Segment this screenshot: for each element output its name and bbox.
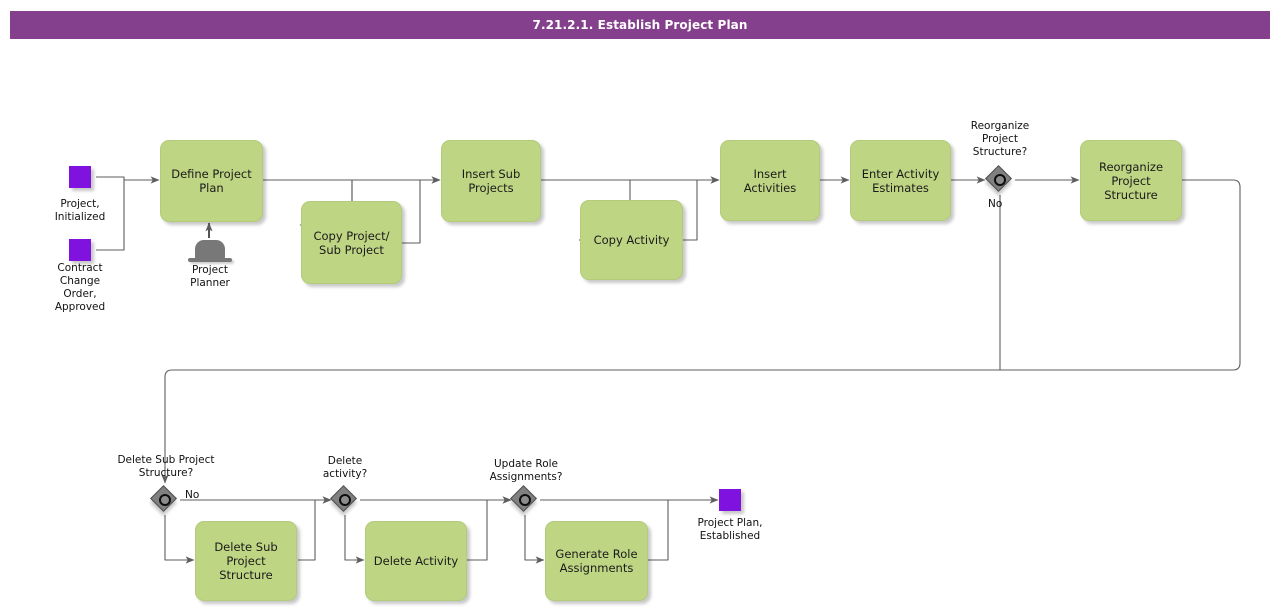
- task-copy-project-sub-project[interactable]: Copy Project/ Sub Project: [301, 201, 402, 284]
- role-project-planner-label: Project Planner: [190, 264, 230, 289]
- start-event-contract-change-order-approved-label: Contract Change Order, Approved: [54, 262, 106, 313]
- gateway-inclusive-ring-icon: [159, 494, 171, 506]
- flow-label-reorganize-no: No: [988, 198, 1003, 210]
- end-event-project-plan-established[interactable]: [719, 489, 741, 511]
- gateway-update-role-assignments[interactable]: [510, 485, 539, 514]
- task-insert-sub-projects[interactable]: Insert Sub Projects: [441, 140, 541, 222]
- task-define-project-plan[interactable]: Define Project Plan: [160, 140, 263, 222]
- start-event-contract-change-order-approved[interactable]: [69, 239, 91, 261]
- start-event-project-initialized[interactable]: [69, 166, 91, 188]
- end-event-project-plan-established-label: Project Plan, Established: [697, 517, 763, 542]
- task-generate-role-assignments[interactable]: Generate Role Assignments: [545, 521, 648, 601]
- task-enter-activity-estimates[interactable]: Enter Activity Estimates: [850, 140, 951, 221]
- gateway-reorganize-project-structure[interactable]: [985, 165, 1014, 194]
- gateway-delete-activity[interactable]: [330, 485, 359, 514]
- role-hat-icon: [195, 240, 225, 259]
- task-reorganize-project-structure[interactable]: Reorganize Project Structure: [1080, 140, 1182, 221]
- flow-label-delete-sub-project-no: No: [185, 489, 200, 501]
- gateway-inclusive-ring-icon: [519, 494, 531, 506]
- task-delete-activity[interactable]: Delete Activity: [365, 521, 467, 601]
- gateway-reorganize-project-structure-label: Reorganize Project Structure?: [970, 120, 1030, 158]
- task-copy-activity[interactable]: Copy Activity: [580, 200, 683, 280]
- gateway-delete-activity-label: Delete activity?: [322, 455, 368, 480]
- diagram-canvas: 7.21.2.1. Establish Project Plan Project…: [0, 0, 1280, 610]
- gateway-inclusive-ring-icon: [339, 494, 351, 506]
- gateway-update-role-assignments-label: Update Role Assignments?: [489, 458, 563, 483]
- page-title: 7.21.2.1. Establish Project Plan: [10, 11, 1270, 39]
- task-delete-sub-project-structure[interactable]: Delete Sub Project Structure: [195, 521, 297, 601]
- gateway-delete-sub-project-structure[interactable]: [150, 485, 179, 514]
- start-event-project-initialized-label: Project, Initialized: [54, 198, 106, 223]
- task-insert-activities[interactable]: Insert Activities: [720, 140, 820, 221]
- role-brim-icon: [188, 258, 232, 262]
- gateway-delete-sub-project-structure-label: Delete Sub Project Structure?: [117, 454, 215, 479]
- gateway-inclusive-ring-icon: [994, 174, 1006, 186]
- connector-layer: [96, 176, 1241, 564]
